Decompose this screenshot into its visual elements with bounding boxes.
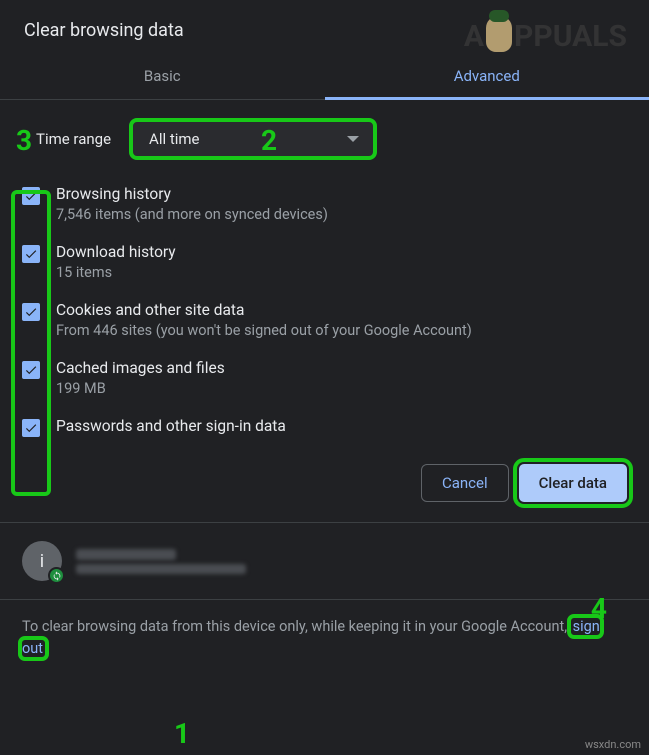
checkbox-cookies[interactable] <box>22 303 40 321</box>
item-passwords[interactable]: Passwords and other sign-in data <box>22 410 627 444</box>
clear-browsing-data-dialog: Clear browsing data A PPUALS Basic Advan… <box>0 0 649 676</box>
dialog-body: 3 Time range All time 2 Browsing history… <box>0 100 649 444</box>
clear-data-button[interactable]: Clear data <box>519 464 627 502</box>
tab-underline <box>325 97 649 100</box>
check-icon <box>24 189 38 203</box>
annotation-2: 2 <box>261 124 277 157</box>
account-name-blurred <box>76 549 176 560</box>
tab-basic[interactable]: Basic <box>0 53 325 99</box>
account-email-blurred <box>76 564 246 574</box>
check-icon <box>24 421 38 435</box>
sync-icon <box>48 567 65 584</box>
tabs: Basic Advanced <box>0 53 649 100</box>
item-download-history[interactable]: Download history 15 items <box>22 236 627 288</box>
chevron-down-icon <box>347 136 359 142</box>
footer-text: To clear browsing data from this device … <box>0 600 649 676</box>
checkbox-browsing-history[interactable] <box>22 187 40 205</box>
time-range-select[interactable]: All time 2 <box>129 118 377 160</box>
item-cookies[interactable]: Cookies and other site data From 446 sit… <box>22 294 627 346</box>
checkbox-cached[interactable] <box>22 361 40 379</box>
dialog-actions: Cancel Clear data <box>0 444 649 523</box>
check-icon <box>24 247 38 261</box>
avatar: i <box>22 541 62 581</box>
watermark: wsxdn.com <box>585 738 641 751</box>
data-type-list: Browsing history 7,546 items (and more o… <box>22 178 627 444</box>
time-range-label: Time range <box>36 130 111 148</box>
annotation-3: 3 <box>16 124 32 157</box>
tab-advanced[interactable]: Advanced <box>325 53 649 99</box>
time-range-value: All time <box>149 130 199 148</box>
checkbox-download-history[interactable] <box>22 245 40 263</box>
annotation-1: 1 <box>174 713 190 755</box>
checkbox-passwords[interactable] <box>22 419 40 437</box>
account-info <box>76 549 246 574</box>
cancel-button[interactable]: Cancel <box>421 464 509 502</box>
item-cached[interactable]: Cached images and files 199 MB <box>22 352 627 404</box>
dialog-title: Clear browsing data <box>0 0 649 53</box>
check-icon <box>24 305 38 319</box>
account-row[interactable]: i <box>0 523 649 600</box>
item-browsing-history[interactable]: Browsing history 7,546 items (and more o… <box>22 178 627 230</box>
check-icon <box>24 363 38 377</box>
